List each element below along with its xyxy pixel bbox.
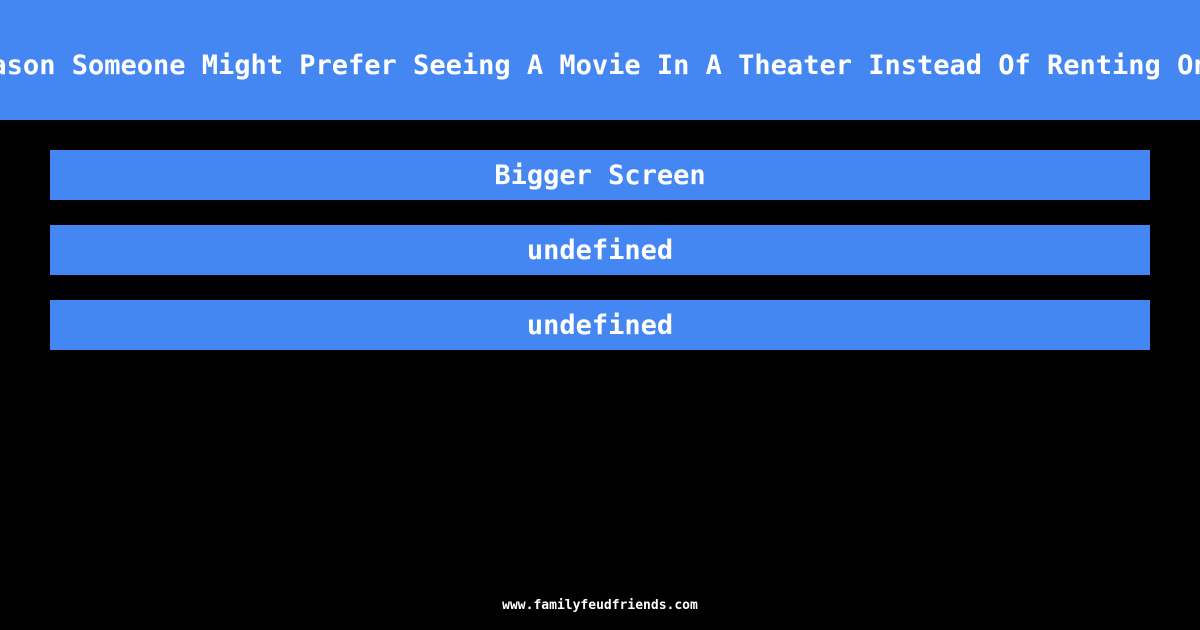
answer-bar: undefined [50,300,1150,350]
site-url: www.familyfeudfriends.com [502,598,698,613]
question-title: ason Someone Might Prefer Seeing A Movie… [0,50,1200,81]
answer-text: Bigger Screen [494,159,706,191]
answer-text: undefined [526,309,674,341]
question-header: ason Someone Might Prefer Seeing A Movie… [0,0,1200,120]
answer-bar: undefined [50,225,1150,275]
answer-bar: Bigger Screen [50,150,1150,200]
answer-text: undefined [526,234,674,266]
